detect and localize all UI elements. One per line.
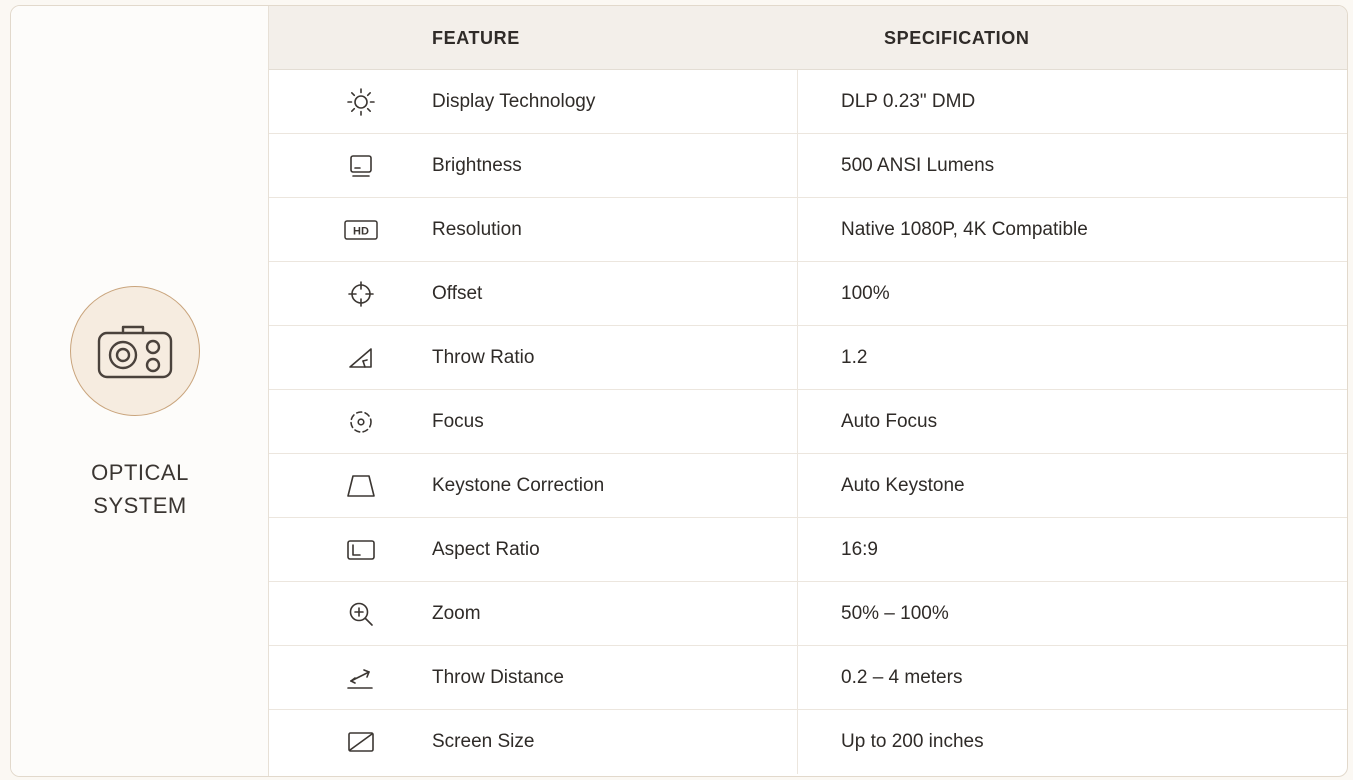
feature-name: Focus — [432, 411, 484, 432]
feature-name: Resolution — [432, 219, 522, 240]
table-header: FEATURE SPECIFICATION — [269, 6, 1347, 70]
crosshair-icon — [321, 262, 401, 326]
feature-name: Brightness — [432, 155, 522, 176]
camera-icon — [95, 321, 175, 381]
spec-value: 50% – 100% — [841, 603, 949, 624]
spec-value: 500 ANSI Lumens — [841, 155, 995, 176]
table-row: Zoom 50% – 100% — [269, 582, 1347, 646]
spec-value: Auto Focus — [841, 411, 938, 432]
trapezoid-icon — [321, 454, 401, 518]
feature-name: Zoom — [432, 603, 481, 624]
column-divider — [797, 518, 798, 582]
screen-diagonal-icon — [321, 710, 401, 774]
column-divider — [797, 390, 798, 454]
spec-value: 0.2 – 4 meters — [841, 667, 963, 688]
feature-name: Screen Size — [432, 731, 535, 752]
monitor-icon — [321, 134, 401, 198]
feature-name: Throw Distance — [432, 667, 564, 688]
hd-badge-icon: HD — [321, 198, 401, 262]
spec-value: 100% — [841, 283, 890, 304]
spec-table: FEATURE SPECIFICATION Display Technology… — [269, 6, 1347, 776]
spec-value: Native 1080P, 4K Compatible — [841, 219, 1088, 240]
table-row: Keystone Correction Auto Keystone — [269, 454, 1347, 518]
table-row: Screen Size Up to 200 inches — [269, 710, 1347, 774]
table-row: Offset 100% — [269, 262, 1347, 326]
section-icon-badge — [70, 286, 200, 416]
spec-value: Auto Keystone — [841, 475, 965, 496]
section-title-line1: OPTICAL — [91, 460, 189, 485]
section-title: OPTICAL SYSTEM — [11, 456, 269, 522]
table-row: Brightness 500 ANSI Lumens — [269, 134, 1347, 198]
zoom-in-icon — [321, 582, 401, 646]
feature-name: Aspect Ratio — [432, 539, 540, 560]
column-divider — [797, 198, 798, 262]
table-row: HD Resolution Native 1080P, 4K Compatibl… — [269, 198, 1347, 262]
section-title-line2: SYSTEM — [93, 493, 187, 518]
spec-value: Up to 200 inches — [841, 731, 984, 752]
column-divider — [797, 710, 798, 774]
table-row: Focus Auto Focus — [269, 390, 1347, 454]
spec-value: 16:9 — [841, 539, 878, 560]
table-row: Throw Ratio 1.2 — [269, 326, 1347, 390]
feature-name: Throw Ratio — [432, 347, 535, 368]
feature-name: Display Technology — [432, 91, 596, 112]
section-sidebar: OPTICAL SYSTEM — [11, 6, 269, 776]
spec-value: 1.2 — [841, 347, 868, 368]
column-divider — [797, 326, 798, 390]
aspect-frame-icon — [321, 518, 401, 582]
svg-text:HD: HD — [353, 226, 369, 238]
column-divider — [797, 454, 798, 518]
spec-value: DLP 0.23" DMD — [841, 91, 976, 112]
spec-card: OPTICAL SYSTEM FEATURE SPECIFICATION Dis… — [10, 5, 1348, 777]
feature-name: Offset — [432, 283, 483, 304]
sun-icon — [321, 70, 401, 134]
column-divider — [797, 646, 798, 710]
column-divider — [797, 134, 798, 198]
table-row: Aspect Ratio 16:9 — [269, 518, 1347, 582]
table-row: Display Technology DLP 0.23" DMD — [269, 70, 1347, 134]
header-feature: FEATURE — [432, 28, 520, 48]
column-divider — [797, 70, 798, 134]
distance-arrows-icon — [321, 646, 401, 710]
column-divider — [797, 582, 798, 646]
table-body: Display Technology DLP 0.23" DMD Brightn… — [269, 70, 1347, 774]
focus-target-icon — [321, 390, 401, 454]
feature-name: Keystone Correction — [432, 475, 605, 496]
column-divider — [797, 262, 798, 326]
table-row: Throw Distance 0.2 – 4 meters — [269, 646, 1347, 710]
header-specification: SPECIFICATION — [884, 28, 1030, 48]
angle-triangle-icon — [321, 326, 401, 390]
